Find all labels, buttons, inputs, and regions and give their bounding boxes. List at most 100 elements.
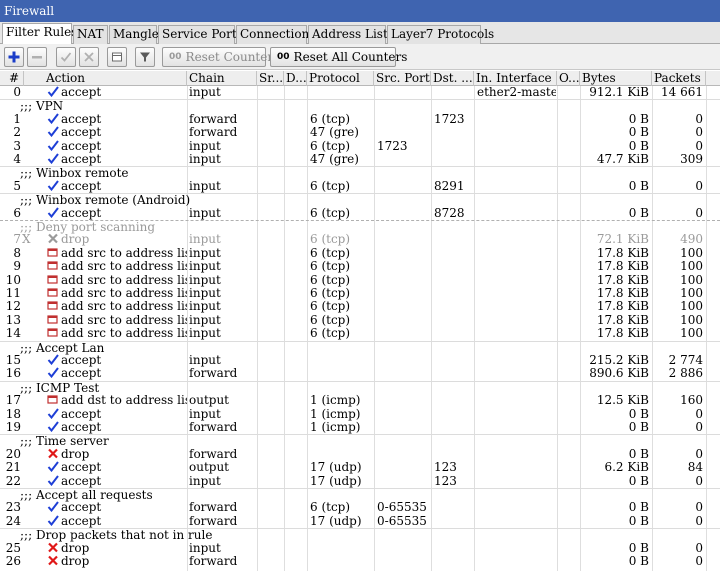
cell-bytes: 12.5 KiB — [596, 394, 649, 408]
table-row[interactable]: 8 add src to address list input 6 (tcp) 17.8… — [0, 247, 720, 260]
col-header-chain[interactable]: Chain — [187, 71, 257, 86]
cell-num: 9 — [13, 260, 21, 274]
comment-row[interactable]: ;;; Accept all requests — [0, 488, 720, 502]
comment-row[interactable]: ;;; Time server — [0, 434, 720, 448]
table-row[interactable]: 4 accept input 47 (gre) 47.7 KiB 309 — [0, 153, 720, 166]
col-header-dst-address[interactable]: D... — [284, 71, 307, 86]
table-row[interactable]: 7 Xdrop input 6 (tcp) 72.1 KiB 490 — [0, 233, 720, 246]
table-row[interactable]: 24 accept forward 17 (udp) 0-65535 0 B 0 — [0, 515, 720, 528]
cell-bytes: 17.8 KiB — [596, 273, 649, 287]
cell-action: accept — [47, 501, 187, 514]
table-row[interactable]: 1 accept forward 6 (tcp) 1723 0 B 0 — [0, 113, 720, 126]
table-row[interactable]: 16 accept forward 890.6 KiB 2 886 — [0, 367, 720, 380]
col-header-bytes[interactable]: Bytes — [580, 71, 652, 86]
col-header-protocol[interactable]: Protocol — [307, 71, 374, 86]
cell-protocol — [310, 542, 373, 555]
table-row[interactable]: 15 accept input 215.2 KiB 2 774 — [0, 354, 720, 367]
cell-num: 7 — [13, 233, 21, 247]
col-header-src-port[interactable]: Src. Port — [374, 71, 431, 86]
table-row[interactable]: 26 drop forward 0 B 0 — [0, 555, 720, 568]
col-header-packets[interactable]: Packets — [652, 71, 706, 86]
cell-dst-port — [434, 287, 473, 300]
table-row[interactable]: 9 add src to address list input 6 (tcp) 17.8… — [0, 260, 720, 273]
table-row[interactable]: 17 add dst to address list output 1 (icmp) 1… — [0, 394, 720, 407]
cell-bytes: 0 B — [628, 501, 649, 515]
cell-chain: output — [189, 461, 230, 475]
table-row[interactable]: 14 add src to address list input 6 (tcp) 17.… — [0, 327, 720, 340]
comment-row[interactable]: ;;; Drop packets that not in rule — [0, 528, 720, 542]
cell-dst-port: 1723 — [434, 112, 465, 126]
reset-all-counters-button[interactable]: 00 Reset All Counters — [270, 47, 407, 67]
plus-icon — [8, 51, 20, 63]
cell-in-interface — [477, 354, 556, 367]
disable-button[interactable] — [79, 47, 99, 67]
cell-packets: 0 — [695, 407, 703, 421]
tab-filter-rules[interactable]: Filter Rules — [2, 23, 77, 45]
table-row[interactable]: 22 accept input 17 (udp) 123 0 B 0 — [0, 475, 720, 488]
table-row[interactable]: 5 accept input 6 (tcp) 8291 0 B 0 — [0, 180, 720, 193]
action-label: accept — [61, 112, 102, 126]
table-row[interactable]: 25 drop input 0 B 0 — [0, 542, 720, 555]
table-row[interactable]: 0 accept input ether2-master 912.1 KiB 14 661 — [0, 86, 720, 99]
remove-button[interactable] — [27, 47, 47, 67]
comment-button[interactable] — [107, 47, 127, 67]
cell-chain: input — [189, 474, 221, 488]
comment-row[interactable]: ;;; Accept Lan — [0, 340, 720, 354]
table-row[interactable]: 18 accept input 1 (icmp) 0 B 0 — [0, 408, 720, 421]
table-row[interactable]: 11 add src to address list input 6 (tcp) 17.… — [0, 287, 720, 300]
tab-address-lists[interactable]: Address Lists — [308, 25, 394, 44]
enable-button[interactable] — [56, 47, 76, 67]
table-row[interactable]: 2 accept forward 47 (gre) 0 B 0 — [0, 126, 720, 139]
tab-connections[interactable]: Connections — [236, 25, 315, 44]
col-header-num[interactable]: # — [0, 71, 24, 86]
cell-num: 4 — [13, 153, 21, 166]
tab-layer7-protocols[interactable]: Layer7 Protocols — [387, 25, 494, 44]
cell-src-port: 0-65535 — [377, 514, 427, 528]
cell-chain: input — [189, 86, 221, 99]
cell-bytes: 17.8 KiB — [596, 313, 649, 327]
cell-chain: input — [189, 206, 221, 220]
cell-src-port — [377, 314, 430, 327]
reset-counters-button[interactable]: 00 Reset Counters — [162, 47, 279, 67]
col-header-dst-port[interactable]: Dst. ... — [431, 71, 474, 86]
cell-chain: forward — [189, 367, 238, 381]
cell-in-interface — [477, 555, 556, 568]
funnel-icon — [139, 51, 151, 63]
cell-dst-port — [434, 140, 473, 153]
table-row[interactable]: 19 accept forward 1 (icmp) 0 B 0 — [0, 421, 720, 434]
cell-packets: 100 — [680, 287, 703, 300]
filter-button[interactable] — [135, 47, 155, 67]
comment-row[interactable]: ;;; ICMP Test — [0, 380, 720, 394]
cell-in-interface — [477, 207, 556, 220]
comment-row[interactable]: ;;; Deny port scanning — [0, 220, 720, 234]
cell-num: 6 — [13, 206, 21, 220]
table-row[interactable]: 20 drop forward 0 B 0 — [0, 448, 720, 461]
cell-bytes: 17.8 KiB — [596, 246, 649, 260]
action-label: drop — [61, 555, 90, 568]
table-row[interactable]: 10 add src to address list input 6 (tcp) 17.… — [0, 274, 720, 287]
col-header-src-address[interactable]: Sr... — [257, 71, 284, 86]
cell-in-interface — [477, 515, 556, 528]
tab-service-ports[interactable]: Service Ports — [158, 25, 243, 44]
add-button[interactable] — [4, 47, 24, 67]
comment-row[interactable]: ;;; Winbox remote — [0, 166, 720, 180]
cross-icon — [83, 51, 95, 63]
comment-row[interactable]: ;;; Winbox remote (Android) — [0, 193, 720, 207]
col-header-action[interactable]: Action — [24, 71, 187, 86]
table-row[interactable]: 23 accept forward 6 (tcp) 0-65535 0 B 0 — [0, 501, 720, 514]
cell-dst-port — [434, 515, 473, 528]
cell-packets: 84 — [687, 461, 703, 475]
cell-chain: output — [189, 394, 230, 408]
cell-in-interface — [477, 461, 556, 474]
table-row[interactable]: 21 accept output 17 (udp) 123 6.2 KiB 84 — [0, 461, 720, 474]
table-row[interactable]: 3 accept input 6 (tcp) 1723 0 B 0 — [0, 140, 720, 153]
table-row[interactable]: 12 add src to address list input 6 (tcp) 17.… — [0, 300, 720, 313]
tab-nat[interactable]: NAT — [73, 25, 108, 44]
table-row[interactable]: 6 accept input 6 (tcp) 8728 0 B 0 — [0, 207, 720, 220]
col-header-in-interface[interactable]: In. Interface — [474, 71, 557, 86]
table-row[interactable]: 13 add src to address list input 6 (tcp) 17.… — [0, 314, 720, 327]
comment-row[interactable]: ;;; VPN — [0, 99, 720, 113]
action-label: accept — [61, 461, 102, 475]
col-header-out-interface[interactable]: O... — [557, 71, 580, 86]
tab-mangle[interactable]: Mangle — [109, 25, 159, 44]
